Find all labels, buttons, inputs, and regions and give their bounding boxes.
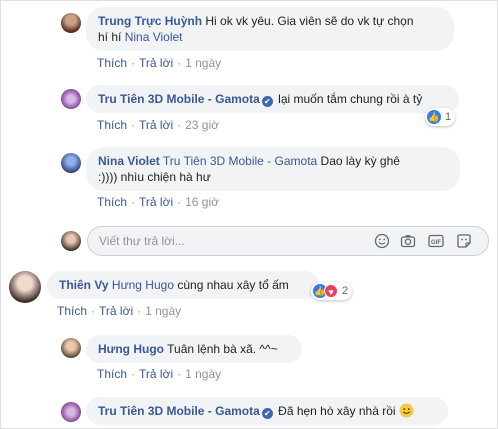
mention-link[interactable]: Hưng Hugo xyxy=(112,278,174,292)
comment-text-line2: :)))) nhìu chiện hà hư xyxy=(98,170,211,184)
comment-author[interactable]: Trung Trực Huỳnh xyxy=(98,14,202,28)
mention-link[interactable]: Tru Tiên 3D Mobile - Gamota xyxy=(163,154,317,168)
reply-link[interactable]: Trả lời xyxy=(139,367,173,381)
comment-author[interactable]: Nina Violet xyxy=(98,154,160,168)
smile-emoji-icon xyxy=(399,403,414,422)
current-user-avatar xyxy=(61,231,81,251)
comment-text: Dao lày kỳ ghê xyxy=(320,154,400,168)
comment-text: Hi ok vk yêu. Gia viên sẽ do vk tự chọn xyxy=(205,14,414,28)
comment-bubble: Trung Trực Huỳnh Hi ok vk yêu. Gia viên … xyxy=(86,7,454,51)
comment-author[interactable]: Hưng Hugo xyxy=(98,342,164,356)
love-reaction-icon: ♥ xyxy=(324,284,338,298)
avatar[interactable] xyxy=(61,338,81,358)
avatar[interactable] xyxy=(61,13,81,33)
comment-actions: Thích · Trả lời · 1 ngày xyxy=(57,304,182,318)
timestamp[interactable]: 1 ngày xyxy=(185,56,221,70)
reply-link[interactable]: Trả lời xyxy=(99,304,133,318)
like-reaction-icon: 👍 xyxy=(427,110,441,124)
timestamp[interactable]: 23 giờ xyxy=(185,118,219,132)
timestamp[interactable]: 16 giờ xyxy=(185,195,219,209)
comment-actions: Thích · Trả lời · 1 ngày xyxy=(97,56,222,70)
like-link[interactable]: Thích xyxy=(97,56,127,70)
comment-actions: Thích · Trả lời · 16 giờ xyxy=(97,195,219,209)
page-avatar[interactable] xyxy=(61,402,81,422)
verified-badge-icon: ✔ xyxy=(261,408,273,419)
comment-author[interactable]: Tru Tiên 3D Mobile - Gamota xyxy=(98,92,260,106)
comment-author[interactable]: Thiên Vy xyxy=(59,278,109,292)
comment-actions: Thích · Trả lời · 23 giờ xyxy=(97,118,219,132)
like-link[interactable]: Thích xyxy=(97,118,127,132)
comment-bubble: Nina Violet Tru Tiên 3D Mobile - Gamota … xyxy=(86,147,460,191)
page-avatar[interactable] xyxy=(61,89,81,109)
like-link[interactable]: Thích xyxy=(97,367,127,381)
reply-link[interactable]: Trả lời xyxy=(139,56,173,70)
reply-link[interactable]: Trả lời xyxy=(139,118,173,132)
comment-bubble: Tru Tiên 3D Mobile - Gamota ✔ lại muốn tắ… xyxy=(86,85,459,113)
timestamp[interactable]: 1 ngày xyxy=(185,367,221,381)
verified-badge-icon: ✔ xyxy=(261,96,273,107)
comment-bubble: Tru Tiên 3D Mobile - Gamota ✔ Đã hẹn hò x… xyxy=(86,397,448,425)
comment-bubble: Hưng Hugo Tuân lệnh bà xã. ^^~ xyxy=(86,335,302,363)
avatar[interactable] xyxy=(9,271,41,303)
timestamp[interactable]: 1 ngày xyxy=(145,304,181,318)
camera-icon[interactable] xyxy=(400,233,416,249)
comment-text: Tuân lệnh bà xã. ^^~ xyxy=(167,342,278,356)
gif-icon[interactable]: GIF xyxy=(428,233,444,249)
reaction-count: 2 xyxy=(342,285,349,297)
svg-text:GIF: GIF xyxy=(431,240,441,246)
reply-placeholder: Viết thư trả lời... xyxy=(99,234,185,248)
reaction-summary[interactable]: 👍 1 xyxy=(425,108,456,126)
comment-text: cùng nhau xây tổ ấm xyxy=(177,278,289,292)
reaction-summary[interactable]: 👍 ♥ 2 xyxy=(311,282,353,300)
emoji-icon[interactable] xyxy=(374,233,390,249)
comment-text-line2: hí hí xyxy=(98,30,125,44)
like-link[interactable]: Thích xyxy=(97,195,127,209)
like-link[interactable]: Thích xyxy=(57,304,87,318)
comment-author[interactable]: Tru Tiên 3D Mobile - Gamota xyxy=(98,404,260,418)
comment-text: Đã hẹn hò xây nhà rồi xyxy=(278,404,396,418)
comment-bubble: Thiên Vy Hưng Hugo cùng nhau xây tổ ấm xyxy=(47,271,319,299)
reply-input[interactable]: Viết thư trả lời... GIF xyxy=(87,226,489,256)
reaction-count: 1 xyxy=(445,111,452,123)
sticker-icon[interactable] xyxy=(456,233,472,249)
comment-thread: Trung Trực Huỳnh Hi ok vk yêu. Gia viên … xyxy=(0,0,498,429)
comment-text: lại muốn tắm chung rồi à tỷ xyxy=(278,92,423,106)
avatar[interactable] xyxy=(61,153,81,173)
comment-actions: Thích · Trả lời · 1 ngày xyxy=(97,367,222,381)
reply-link[interactable]: Trả lời xyxy=(139,195,173,209)
mention-link[interactable]: Nina Violet xyxy=(125,30,183,44)
